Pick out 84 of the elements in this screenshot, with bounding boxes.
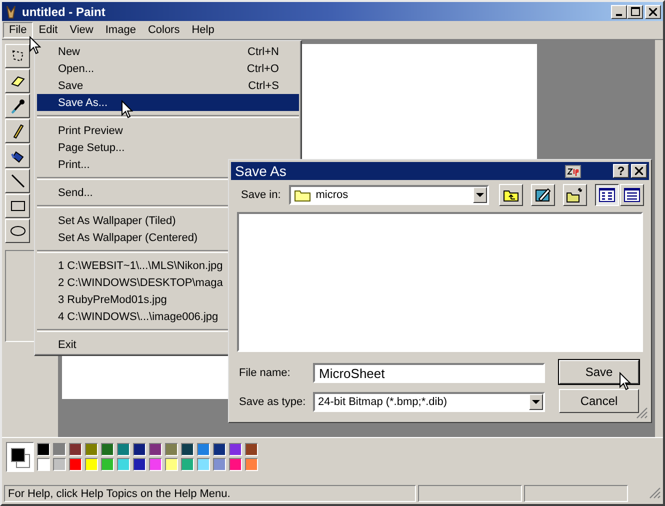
fill-bucket-icon[interactable] [5, 144, 30, 168]
dialog-title: Save As [235, 163, 288, 179]
color-swatch[interactable] [149, 443, 162, 456]
color-swatch[interactable] [85, 443, 98, 456]
cancel-button[interactable]: Cancel [559, 389, 639, 413]
close-icon [635, 167, 643, 175]
menu-item[interactable]: Page Setup... [37, 139, 299, 156]
cursor-icon [619, 372, 631, 391]
minimize-button[interactable] [611, 4, 627, 18]
eyedropper-icon[interactable] [5, 94, 30, 118]
color-swatch[interactable] [245, 458, 258, 471]
new-folder-button[interactable] [562, 184, 587, 206]
current-colors-icon [6, 442, 34, 472]
color-swatch[interactable] [117, 443, 130, 456]
list-view-icon [598, 188, 615, 202]
close-button[interactable] [631, 164, 647, 178]
close-icon [649, 8, 657, 16]
minimize-icon [616, 14, 622, 16]
list-view-button[interactable] [594, 184, 619, 206]
color-swatch[interactable] [101, 458, 114, 471]
save-button[interactable]: Save [559, 360, 639, 384]
file-name-label: File name: [239, 367, 292, 379]
close-button[interactable] [645, 4, 661, 18]
color-swatch[interactable] [69, 458, 82, 471]
color-swatch[interactable] [181, 443, 194, 456]
color-swatch[interactable] [165, 443, 178, 456]
menu-item[interactable]: File [3, 22, 33, 38]
free-select-icon[interactable] [5, 44, 30, 68]
color-swatch[interactable] [197, 458, 210, 471]
details-view-icon [624, 188, 640, 202]
menu-item[interactable]: Help [186, 22, 220, 38]
color-swatch[interactable] [37, 458, 50, 471]
color-swatch[interactable] [133, 458, 146, 471]
save-in-label: Save in: [241, 189, 281, 201]
file-type-dropdown[interactable]: 24-bit Bitmap (*.bmp;*.dib) [313, 392, 545, 412]
folder-icon [294, 188, 312, 202]
resize-grip-icon [649, 487, 661, 499]
save-as-type-label: Save as type: [239, 396, 307, 408]
cursor-icon [29, 36, 41, 55]
color-swatch[interactable] [117, 458, 130, 471]
menu-item[interactable]: New Ctrl+N [37, 43, 299, 60]
color-swatch[interactable] [165, 458, 178, 471]
color-swatch[interactable] [245, 443, 258, 456]
pen-icon [534, 187, 551, 203]
up-folder-icon [502, 188, 519, 202]
color-swatch[interactable] [133, 443, 146, 456]
maximize-button[interactable] [627, 4, 643, 18]
maximize-icon [630, 7, 640, 16]
color-swatch[interactable] [69, 443, 82, 456]
eraser-icon[interactable] [5, 69, 30, 93]
color-swatch[interactable] [181, 458, 194, 471]
zip-icon [565, 164, 581, 178]
color-swatch[interactable] [53, 458, 66, 471]
details-view-button[interactable] [620, 184, 644, 206]
save-in-dropdown[interactable]: micros [288, 185, 489, 205]
menu-item[interactable]: Save As... [37, 94, 299, 111]
window-title: untitled - Paint [22, 4, 106, 18]
color-swatch[interactable] [53, 443, 66, 456]
help-button[interactable]: ? [613, 164, 629, 178]
menu-item[interactable]: Save Ctrl+S [37, 77, 299, 94]
menu-item[interactable]: Edit [32, 22, 64, 38]
color-swatch[interactable] [213, 443, 226, 456]
cursor-icon [121, 100, 133, 119]
menu-item[interactable]: View [64, 22, 100, 38]
status-text: For Help, click Help Topics on the Help Menu. [4, 484, 416, 502]
color-swatch[interactable] [197, 443, 210, 456]
new-folder-icon [566, 187, 584, 203]
menu-item[interactable]: Colors [142, 22, 186, 38]
color-swatch[interactable] [213, 458, 226, 471]
file-name-field[interactable]: MicroSheet [313, 363, 545, 383]
menu-item[interactable]: Open... Ctrl+O [37, 60, 299, 77]
desktop-shortcut-button[interactable] [530, 184, 555, 206]
menu-item[interactable]: Print Preview [37, 122, 299, 139]
up-folder-button[interactable] [498, 184, 523, 206]
menu-item[interactable]: Image [99, 22, 142, 38]
color-swatch[interactable] [85, 458, 98, 471]
color-swatch[interactable] [101, 443, 114, 456]
color-swatch[interactable] [149, 458, 162, 471]
color-swatch[interactable] [37, 443, 50, 456]
pencil-icon[interactable] [5, 119, 30, 143]
color-swatch[interactable] [229, 458, 242, 471]
color-swatch[interactable] [229, 443, 242, 456]
resize-grip-icon [636, 407, 648, 419]
rectangle-icon[interactable] [5, 194, 30, 218]
